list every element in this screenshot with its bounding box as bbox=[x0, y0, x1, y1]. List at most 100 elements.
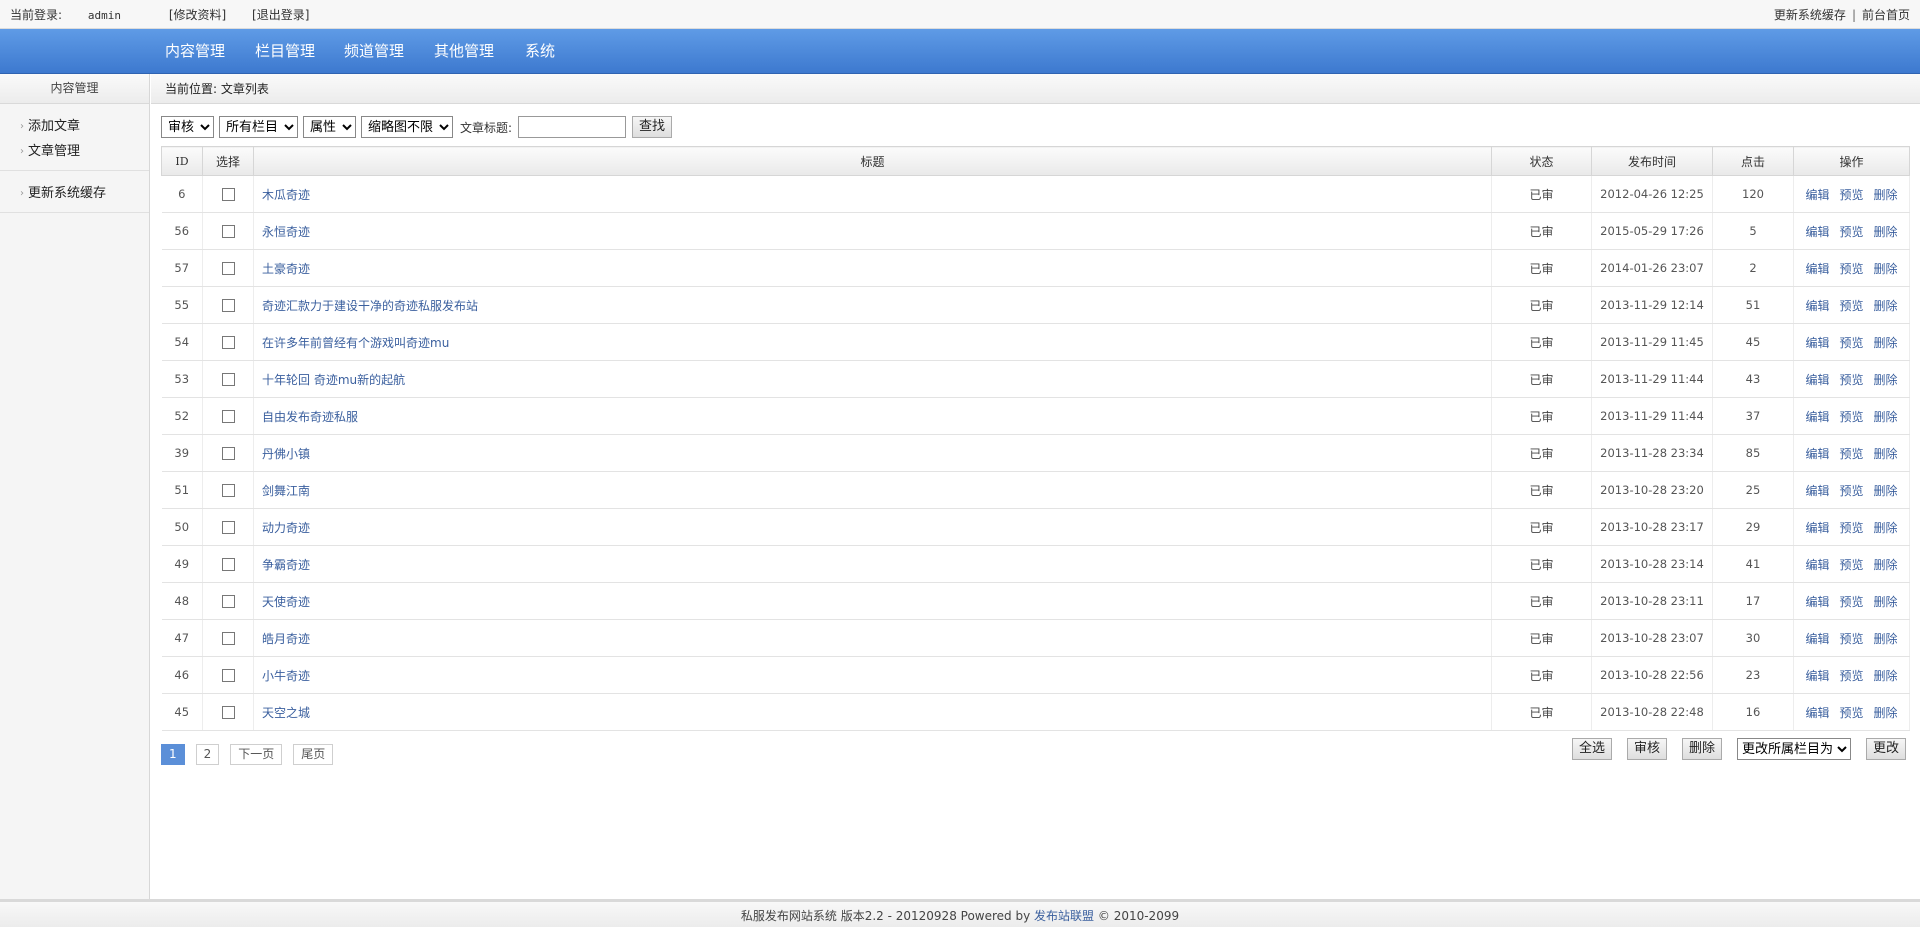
preview-link[interactable]: 预览 bbox=[1839, 299, 1863, 313]
sidebar-item-article-management[interactable]: 文章管理 bbox=[20, 139, 149, 164]
title-search-input[interactable] bbox=[518, 116, 627, 138]
sidebar-item-add-article[interactable]: 添加文章 bbox=[20, 114, 149, 139]
row-checkbox[interactable] bbox=[221, 410, 235, 423]
last-page-link[interactable]: 尾页 bbox=[293, 744, 334, 765]
preview-link[interactable]: 预览 bbox=[1839, 336, 1863, 350]
select-all-button[interactable]: 全选 bbox=[1571, 738, 1612, 760]
row-title-link[interactable]: 天使奇迹 bbox=[262, 595, 310, 609]
delete-link[interactable]: 删除 bbox=[1874, 706, 1898, 720]
next-page-link[interactable]: 下一页 bbox=[230, 744, 283, 765]
delete-link[interactable]: 删除 bbox=[1874, 373, 1898, 387]
row-title-link[interactable]: 土豪奇迹 bbox=[262, 262, 310, 276]
delete-link[interactable]: 删除 bbox=[1874, 484, 1898, 498]
edit-link[interactable]: 编辑 bbox=[1805, 262, 1829, 276]
edit-link[interactable]: 编辑 bbox=[1805, 521, 1829, 535]
row-checkbox[interactable] bbox=[221, 595, 235, 608]
row-title-link[interactable]: 奇迹汇款力于建设干净的奇迹私服发布站 bbox=[262, 299, 478, 313]
move-column-select[interactable]: 更改所属栏目为 bbox=[1736, 738, 1851, 760]
attribute-select[interactable]: 属性 bbox=[303, 116, 356, 138]
row-title-link[interactable]: 天空之城 bbox=[262, 706, 310, 720]
thumbnail-select[interactable]: 缩略图不限 bbox=[361, 116, 453, 138]
preview-link[interactable]: 预览 bbox=[1839, 410, 1863, 424]
row-title-link[interactable]: 木瓜奇迹 bbox=[262, 188, 310, 202]
edit-link[interactable]: 编辑 bbox=[1805, 447, 1829, 461]
bulk-audit-button[interactable]: 审核 bbox=[1626, 738, 1667, 760]
preview-link[interactable]: 预览 bbox=[1839, 632, 1863, 646]
row-checkbox[interactable] bbox=[221, 558, 235, 571]
delete-link[interactable]: 删除 bbox=[1874, 410, 1898, 424]
edit-link[interactable]: 编辑 bbox=[1805, 558, 1829, 572]
nav-channel-management[interactable]: 频道管理 bbox=[344, 29, 404, 74]
page-2[interactable]: 2 bbox=[195, 744, 220, 765]
row-title-link[interactable]: 皓月奇迹 bbox=[262, 632, 310, 646]
nav-system[interactable]: 系统 bbox=[525, 29, 555, 74]
audit-select[interactable]: 审核 bbox=[161, 116, 214, 138]
preview-link[interactable]: 预览 bbox=[1839, 558, 1863, 572]
row-checkbox[interactable] bbox=[221, 484, 235, 497]
row-checkbox[interactable] bbox=[221, 669, 235, 682]
preview-link[interactable]: 预览 bbox=[1839, 669, 1863, 683]
bulk-delete-button[interactable]: 删除 bbox=[1681, 738, 1722, 760]
sidebar-item-update-cache[interactable]: 更新系统缓存 bbox=[20, 181, 149, 206]
preview-link[interactable]: 预览 bbox=[1839, 521, 1863, 535]
row-title-link[interactable]: 自由发布奇迹私服 bbox=[262, 410, 358, 424]
row-title-link[interactable]: 丹佛小镇 bbox=[262, 447, 310, 461]
delete-link[interactable]: 删除 bbox=[1874, 336, 1898, 350]
row-checkbox[interactable] bbox=[221, 373, 235, 386]
row-title-link[interactable]: 在许多年前曾经有个游戏叫奇迹mu bbox=[262, 336, 449, 350]
delete-link[interactable]: 删除 bbox=[1874, 188, 1898, 202]
update-cache-link[interactable]: 更新系统缓存 bbox=[1774, 8, 1846, 22]
row-checkbox[interactable] bbox=[221, 225, 235, 238]
edit-link[interactable]: 编辑 bbox=[1805, 225, 1829, 239]
edit-link[interactable]: 编辑 bbox=[1805, 373, 1829, 387]
delete-link[interactable]: 删除 bbox=[1874, 595, 1898, 609]
edit-link[interactable]: 编辑 bbox=[1805, 484, 1829, 498]
footer-link[interactable]: 发布站联盟 bbox=[1034, 909, 1094, 923]
preview-link[interactable]: 预览 bbox=[1839, 373, 1863, 387]
edit-profile-link[interactable]: [修改资料] bbox=[169, 8, 226, 22]
nav-column-management[interactable]: 栏目管理 bbox=[255, 29, 315, 74]
preview-link[interactable]: 预览 bbox=[1839, 447, 1863, 461]
row-checkbox[interactable] bbox=[221, 188, 235, 201]
change-button[interactable]: 更改 bbox=[1865, 738, 1906, 760]
edit-link[interactable]: 编辑 bbox=[1805, 336, 1829, 350]
row-checkbox[interactable] bbox=[221, 262, 235, 275]
edit-link[interactable]: 编辑 bbox=[1805, 410, 1829, 424]
edit-link[interactable]: 编辑 bbox=[1805, 632, 1829, 646]
row-title-link[interactable]: 争霸奇迹 bbox=[262, 558, 310, 572]
front-home-link[interactable]: 前台首页 bbox=[1862, 8, 1910, 22]
nav-other-management[interactable]: 其他管理 bbox=[434, 29, 494, 74]
preview-link[interactable]: 预览 bbox=[1839, 262, 1863, 276]
row-title-link[interactable]: 剑舞江南 bbox=[262, 484, 310, 498]
edit-link[interactable]: 编辑 bbox=[1805, 299, 1829, 313]
preview-link[interactable]: 预览 bbox=[1839, 225, 1863, 239]
row-title-link[interactable]: 小牛奇迹 bbox=[262, 669, 310, 683]
edit-link[interactable]: 编辑 bbox=[1805, 188, 1829, 202]
preview-link[interactable]: 预览 bbox=[1839, 484, 1863, 498]
row-checkbox[interactable] bbox=[221, 632, 235, 645]
delete-link[interactable]: 删除 bbox=[1874, 262, 1898, 276]
preview-link[interactable]: 预览 bbox=[1839, 595, 1863, 609]
delete-link[interactable]: 删除 bbox=[1874, 558, 1898, 572]
row-title-link[interactable]: 动力奇迹 bbox=[262, 521, 310, 535]
preview-link[interactable]: 预览 bbox=[1839, 706, 1863, 720]
delete-link[interactable]: 删除 bbox=[1874, 669, 1898, 683]
delete-link[interactable]: 删除 bbox=[1874, 225, 1898, 239]
row-title-link[interactable]: 永恒奇迹 bbox=[262, 225, 310, 239]
edit-link[interactable]: 编辑 bbox=[1805, 595, 1829, 609]
delete-link[interactable]: 删除 bbox=[1874, 299, 1898, 313]
row-checkbox[interactable] bbox=[221, 336, 235, 349]
edit-link[interactable]: 编辑 bbox=[1805, 669, 1829, 683]
logout-link[interactable]: [退出登录] bbox=[252, 8, 309, 22]
page-1[interactable]: 1 bbox=[161, 744, 185, 765]
row-checkbox[interactable] bbox=[221, 299, 235, 312]
delete-link[interactable]: 删除 bbox=[1874, 447, 1898, 461]
edit-link[interactable]: 编辑 bbox=[1805, 706, 1829, 720]
row-title-link[interactable]: 十年轮回 奇迹mu新的起航 bbox=[262, 373, 405, 387]
nav-content-management[interactable]: 内容管理 bbox=[165, 29, 225, 74]
delete-link[interactable]: 删除 bbox=[1874, 632, 1898, 646]
row-checkbox[interactable] bbox=[221, 447, 235, 460]
row-checkbox[interactable] bbox=[221, 706, 235, 719]
row-checkbox[interactable] bbox=[221, 521, 235, 534]
delete-link[interactable]: 删除 bbox=[1874, 521, 1898, 535]
